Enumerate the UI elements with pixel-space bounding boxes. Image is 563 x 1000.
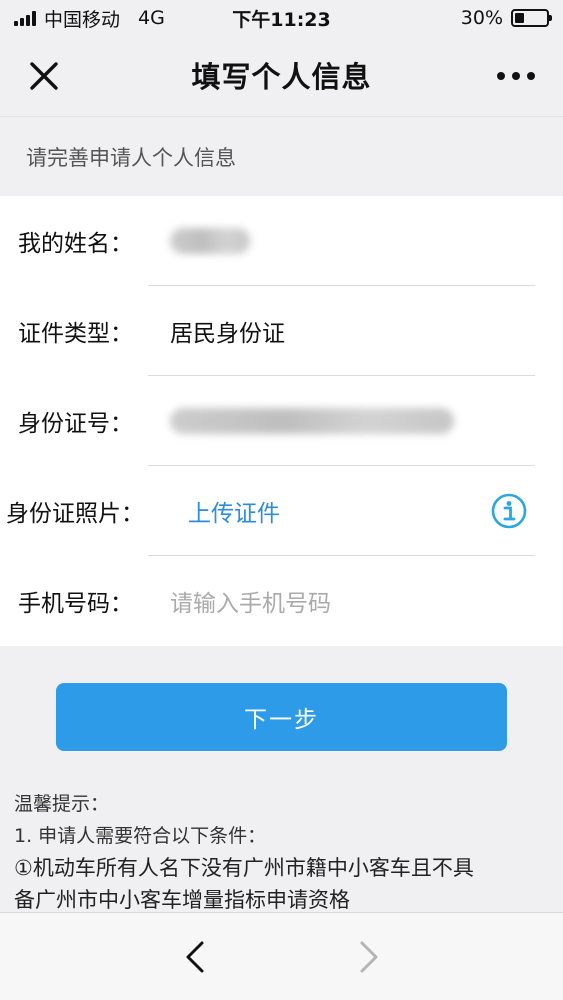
phone-input[interactable]: 请输入手机号码 xyxy=(170,584,331,618)
id-photo-label: 身份证照片： xyxy=(6,501,144,527)
close-button[interactable] xyxy=(24,56,64,96)
screen: 中国移动 4G 下午11:23 30% 填写个人信息 请完善申请人个人信息 我的… xyxy=(0,0,563,1000)
carrier-name: 中国移动 xyxy=(44,8,121,31)
more-icon xyxy=(497,72,535,80)
browser-toolbar xyxy=(0,912,563,1000)
name-row: 我的姓名： xyxy=(0,196,563,286)
signal-icon xyxy=(14,10,36,26)
name-value-blurred xyxy=(170,228,250,254)
page-title: 填写个人信息 xyxy=(191,60,372,94)
section-hint: 请完善申请人个人信息 xyxy=(0,116,563,196)
id-type-label: 证件类型： xyxy=(18,321,133,347)
id-number-value-blurred xyxy=(170,408,454,434)
nav-bar: 填写个人信息 xyxy=(0,36,563,114)
tips-line: ①机动车所有人名下没有广州市籍中小客车且不具 xyxy=(14,856,474,880)
id-type-row[interactable]: 证件类型： 居民身份证 xyxy=(0,286,563,376)
chevron-left-icon xyxy=(186,941,204,973)
next-step-button[interactable]: 下一步 xyxy=(56,683,507,751)
tips-line: 1. 申请人需要符合以下条件： xyxy=(14,825,267,847)
back-button[interactable] xyxy=(176,937,216,977)
network-type: 4G xyxy=(138,7,165,29)
status-bar: 中国移动 4G 下午11:23 30% xyxy=(0,0,563,36)
name-label: 我的姓名： xyxy=(18,231,133,257)
tips-title: 温馨提示： xyxy=(14,793,110,815)
personal-info-form: 我的姓名： 证件类型： 居民身份证 身份证号： 身份证照片： 上传证件 手机号码… xyxy=(0,196,563,646)
forward-button[interactable] xyxy=(348,937,388,977)
id-number-label: 身份证号： xyxy=(18,411,133,437)
battery-percent: 30% xyxy=(460,7,503,29)
id-photo-row: 身份证照片： 上传证件 xyxy=(0,466,563,556)
info-icon[interactable] xyxy=(491,493,527,529)
id-type-value: 居民身份证 xyxy=(170,321,285,347)
tips-line: 备广州市中小客车增量指标申请资格 xyxy=(14,888,350,912)
battery-fill xyxy=(515,13,524,23)
close-icon xyxy=(30,62,58,90)
chevron-right-icon xyxy=(360,941,378,973)
battery-icon xyxy=(511,9,552,27)
more-button[interactable] xyxy=(491,56,541,96)
tips-section: 温馨提示： 1. 申请人需要符合以下条件： ①机动车所有人名下没有广州市籍中小客… xyxy=(14,788,550,912)
upload-id-link[interactable]: 上传证件 xyxy=(188,494,280,528)
phone-row: 手机号码： 请输入手机号码 xyxy=(0,556,563,646)
id-number-row: 身份证号： xyxy=(0,376,563,466)
phone-label: 手机号码： xyxy=(18,591,133,617)
